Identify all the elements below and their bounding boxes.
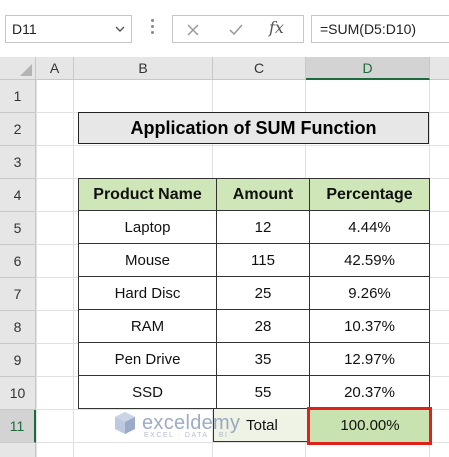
header-product-name[interactable]: Product Name	[78, 178, 217, 211]
cell-amount[interactable]: 12	[217, 211, 310, 244]
row-header-6[interactable]: 6	[0, 245, 36, 278]
formula-bar-buttons: fx	[172, 15, 304, 43]
check-icon[interactable]	[226, 20, 246, 40]
row-header-3[interactable]: 3	[0, 146, 36, 179]
formula-text: =SUM(D5:D10)	[320, 21, 417, 37]
select-all-button[interactable]	[0, 57, 36, 80]
row-header-9[interactable]: 9	[0, 344, 36, 377]
exceldemy-logo-icon	[115, 412, 135, 434]
header-percentage[interactable]: Percentage	[309, 178, 430, 211]
cell-amount[interactable]: 28	[217, 310, 310, 343]
row-header-10[interactable]: 10	[0, 377, 36, 410]
header-amount[interactable]: Amount	[216, 178, 310, 211]
column-header-e[interactable]	[430, 57, 449, 80]
column-header-c[interactable]: C	[213, 57, 306, 80]
cell-product[interactable]: Pen Drive	[78, 343, 217, 376]
cell-percentage[interactable]: 10.37%	[310, 310, 430, 343]
column-header-a[interactable]: A	[36, 57, 74, 80]
cell-product[interactable]: RAM	[78, 310, 217, 343]
formula-input[interactable]: =SUM(D5:D10)	[311, 15, 449, 43]
column-header-d[interactable]: D	[306, 57, 430, 80]
cell-product[interactable]: Mouse	[78, 244, 217, 277]
name-box[interactable]: D11	[5, 15, 132, 43]
spreadsheet-grid: A B C D 1 2 3 4 5 6 7 8 9 10 11 Applicat…	[0, 57, 449, 457]
cell-percentage[interactable]: 4.44%	[310, 211, 430, 244]
cell-amount[interactable]: 35	[217, 343, 310, 376]
cell-area[interactable]: Application of SUM Function Product Name…	[36, 80, 449, 457]
row-header-1[interactable]: 1	[0, 80, 36, 113]
cell-product[interactable]: Laptop	[78, 211, 217, 244]
fx-icon[interactable]: fx	[269, 18, 289, 38]
column-header-b[interactable]: B	[74, 57, 213, 80]
row-header-8[interactable]: 8	[0, 311, 36, 344]
cell-percentage[interactable]: 12.97%	[310, 343, 430, 376]
name-box-value: D11	[12, 21, 37, 37]
chevron-down-icon[interactable]	[115, 24, 125, 34]
cell-amount[interactable]: 25	[217, 277, 310, 310]
row-header-4[interactable]: 4	[0, 179, 36, 212]
row-header-2[interactable]: 2	[0, 113, 36, 146]
formula-bar-resize-handle[interactable]	[151, 16, 155, 40]
row-header-11[interactable]: 11	[0, 410, 36, 443]
cell-amount[interactable]: 115	[217, 244, 310, 277]
cell-product[interactable]: SSD	[78, 376, 217, 409]
row-header-5[interactable]: 5	[0, 212, 36, 245]
cell-product[interactable]: Hard Disc	[78, 277, 217, 310]
active-cell-highlight	[307, 407, 432, 445]
exceldemy-watermark: exceldemy EXCEL · DATA · BI	[112, 410, 240, 439]
cell-percentage[interactable]: 42.59%	[310, 244, 430, 277]
formula-bar: D11 fx =SUM(D5:D10)	[0, 0, 449, 57]
row-header-7[interactable]: 7	[0, 278, 36, 311]
watermark-tagline: EXCEL · DATA · BI	[144, 432, 229, 439]
cell-amount[interactable]: 55	[217, 376, 310, 409]
row-header-12[interactable]	[0, 443, 36, 457]
cell-percentage[interactable]: 20.37%	[310, 376, 430, 409]
title-cell[interactable]: Application of SUM Function	[78, 112, 429, 144]
cell-percentage[interactable]: 9.26%	[310, 277, 430, 310]
close-icon[interactable]	[183, 20, 203, 40]
